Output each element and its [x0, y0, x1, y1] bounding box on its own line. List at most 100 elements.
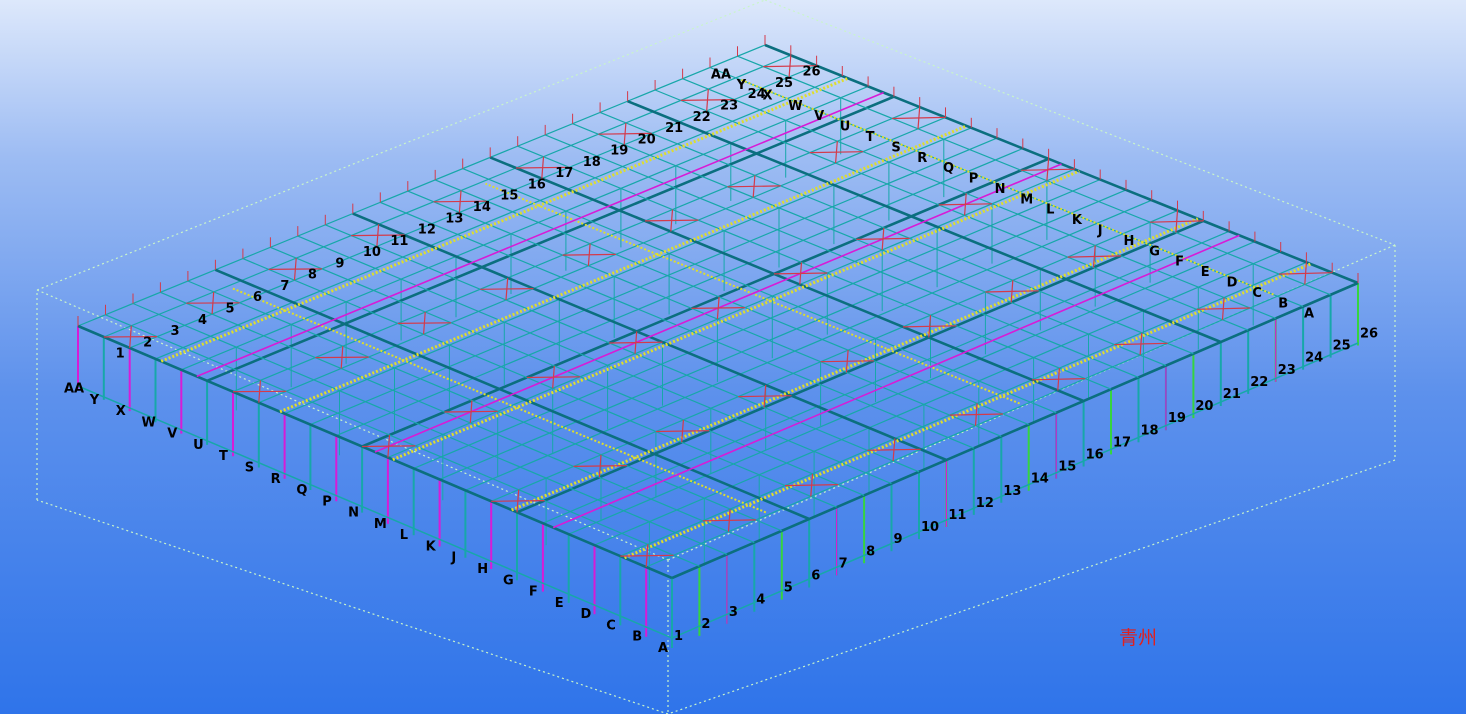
grid-label-number: 15	[500, 189, 518, 204]
grid-label-letter: N	[348, 506, 359, 521]
grid-label-letter: V	[814, 109, 824, 124]
grid-label-letter: P	[969, 172, 979, 187]
cross-brace	[315, 356, 369, 359]
grid-label-number: 16	[1086, 448, 1104, 463]
grid-label-number: 17	[555, 166, 573, 181]
grid-label-letter: Q	[296, 483, 307, 498]
grid-label-letter: Y	[736, 78, 747, 93]
roof-beam	[465, 199, 1152, 491]
grid-label-letter: D	[581, 607, 592, 622]
grid-label-number: 9	[335, 256, 344, 271]
grid-label-number: 5	[784, 581, 793, 596]
cross-brace	[1196, 307, 1250, 310]
cross-brace	[727, 185, 781, 188]
watermark-label: 青州	[1119, 627, 1158, 649]
cross-brace	[985, 290, 1039, 293]
grid-label-number: 4	[756, 593, 765, 608]
cross-brace	[691, 307, 745, 309]
grid-label-number: 15	[1058, 460, 1076, 475]
roof-beam	[413, 178, 1101, 469]
grid-label-number: 4	[198, 313, 207, 328]
cross-brace	[809, 151, 864, 154]
3d-model-viewport[interactable]: 1 2 3 4 5 6 7 8 9 10 11 12 13 14 15 16 17 18 19 20 21 22 23 24 2…	[0, 0, 1466, 714]
grid-label-letter: X	[116, 404, 126, 419]
grid-label-number: 13	[1003, 484, 1021, 499]
grid-label-number: 19	[610, 144, 628, 159]
grid-label-number: 18	[1141, 423, 1159, 438]
grid-label-number: 2	[143, 335, 152, 350]
cross-brace	[491, 500, 545, 502]
cross-brace	[702, 519, 756, 522]
grid-label-number: 3	[729, 605, 738, 620]
grid-label-number: 6	[811, 569, 820, 584]
grid-label-letter: W	[142, 415, 156, 430]
grid-label-letter: H	[477, 562, 488, 577]
grid-label-letter: V	[167, 427, 177, 442]
grid-label-number: 8	[308, 268, 317, 283]
grid-label-letter: E	[555, 596, 564, 611]
cross-brace	[1067, 255, 1122, 258]
grid-label-letter: Y	[89, 393, 100, 408]
grid-label-letter: B	[632, 630, 642, 645]
grid-label-number: 24	[1305, 351, 1323, 366]
grid-label-number: 3	[171, 324, 180, 339]
roof-beam	[206, 95, 895, 383]
grid-label-number: 10	[921, 520, 939, 535]
steel-frame	[77, 35, 1359, 648]
grid-label-letter: A	[658, 641, 668, 656]
roof-beam	[103, 54, 792, 338]
grid-label-letter: E	[1201, 265, 1210, 280]
grid-label-number: 11	[948, 508, 966, 523]
roof-beam	[336, 147, 1024, 437]
cross-brace	[892, 116, 946, 120]
grid-label-letter: M	[374, 517, 387, 532]
roof-beam	[568, 241, 1256, 535]
grid-label-letter: Q	[943, 161, 954, 176]
grid-label-number: 19	[1168, 411, 1186, 426]
cross-brace	[784, 484, 839, 487]
roof-beam	[516, 219, 1204, 514]
cross-brace	[655, 430, 710, 433]
cross-brace	[362, 445, 416, 448]
grid-label-number: 10	[363, 245, 381, 260]
bounding-box-edge	[667, 459, 1396, 714]
grid-label-number: 23	[720, 99, 738, 114]
grid-label-number: 16	[528, 178, 546, 193]
grid-label-number: 1	[116, 347, 125, 362]
grid-label-letter: H	[1124, 234, 1135, 249]
grid-label-number: 25	[775, 76, 793, 91]
grid-label-letter: F	[529, 585, 538, 600]
cross-brace	[773, 272, 828, 275]
grid-label-number: 5	[226, 302, 235, 317]
steel-structure-model[interactable]: 1234567891011121314151617181920212223242…	[0, 0, 1466, 714]
grid-label-number: 21	[665, 121, 683, 136]
purlin-band	[160, 76, 849, 363]
grid-label-number: 7	[839, 556, 848, 571]
grid-label-letter: U	[193, 438, 204, 453]
cross-brace	[609, 341, 663, 344]
grid-label-number: 12	[418, 223, 436, 238]
cross-brace	[444, 410, 498, 413]
grid-label-number: 12	[976, 496, 994, 511]
cross-brace	[562, 253, 616, 256]
grid-label-number: 17	[1113, 435, 1131, 450]
grid-label-number: 23	[1278, 363, 1296, 378]
grid-label-letter: K	[1072, 213, 1083, 228]
cross-brace	[856, 237, 910, 240]
grid-label-number: 6	[253, 290, 262, 305]
grid-label-number: 1	[674, 629, 683, 644]
grid-label-number: 20	[1195, 399, 1213, 414]
grid-label-letter: L	[1046, 203, 1054, 218]
grid-label-number: 21	[1223, 387, 1241, 402]
grid-label-number: 11	[390, 234, 408, 249]
grid-label-number: 2	[701, 617, 710, 632]
grid-label-letter: G	[1149, 244, 1160, 259]
grid-label-number: 25	[1333, 339, 1351, 354]
grid-label-letter: R	[271, 472, 281, 487]
roof-brace	[196, 91, 884, 378]
grid-label-letter: S	[245, 461, 254, 476]
grid-label-letter: X	[763, 89, 773, 104]
grid-label-letter: A	[1304, 307, 1314, 322]
roof-beam	[258, 116, 946, 404]
grid-label-letter: N	[995, 182, 1006, 197]
